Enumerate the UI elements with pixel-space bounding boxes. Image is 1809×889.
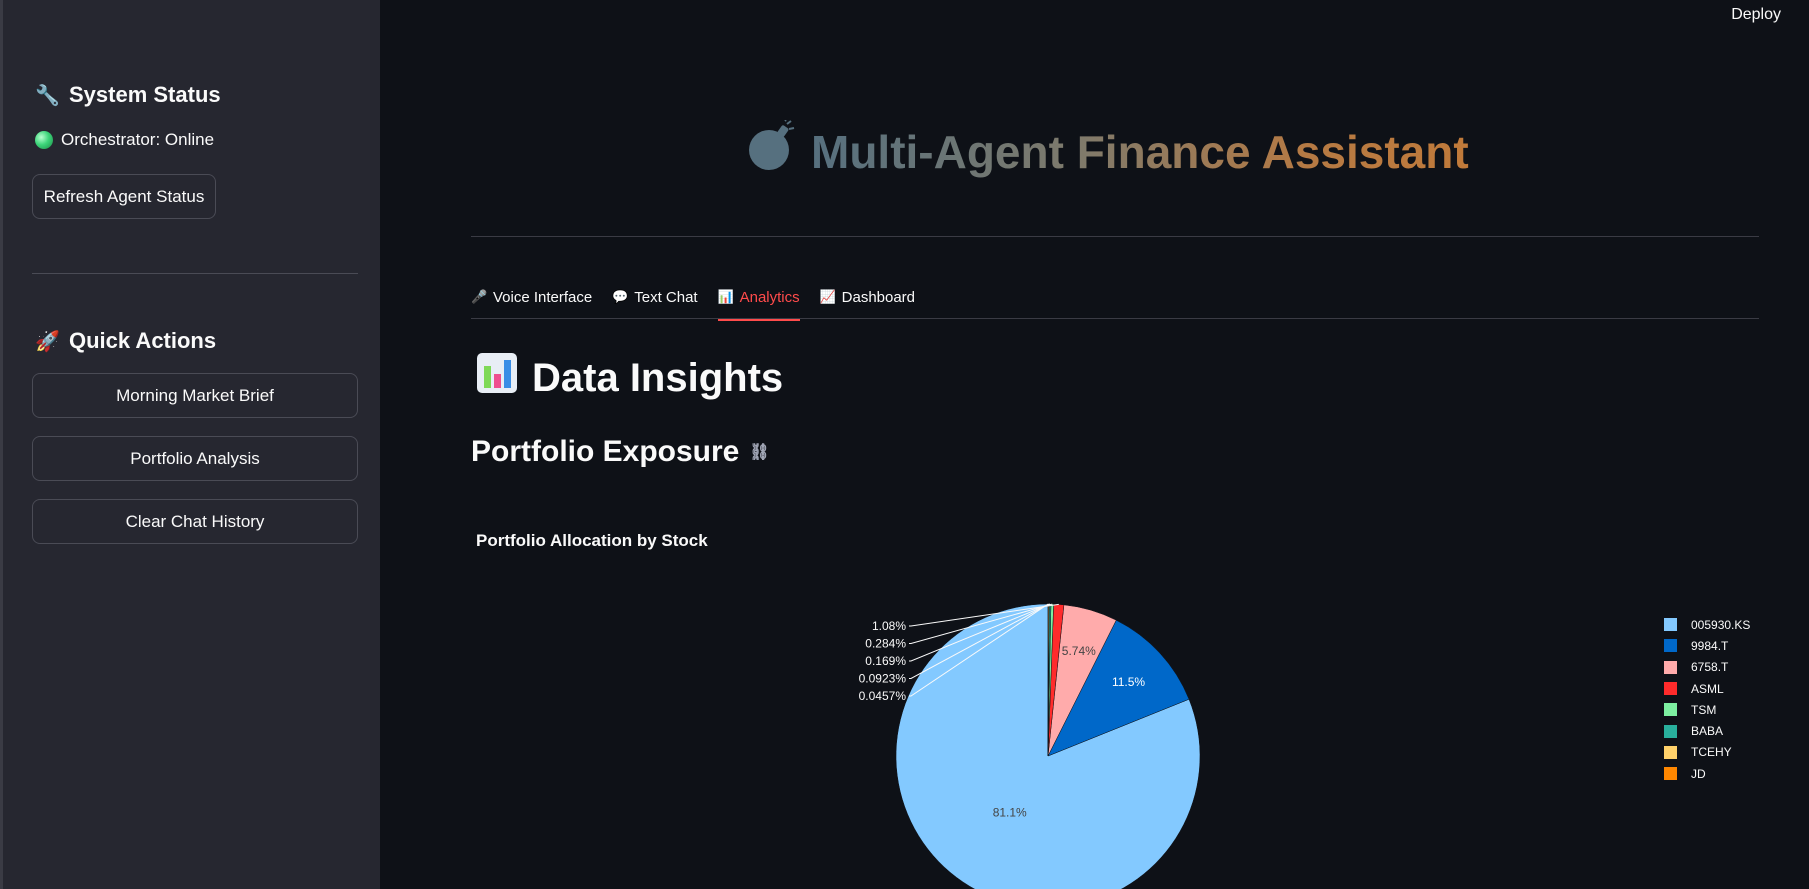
legend-label: 005930.KS (1691, 617, 1751, 632)
sidebar: 🔧 System Status Orchestrator: Online Ref… (0, 0, 380, 889)
legend-label: 9984.T (1691, 638, 1729, 653)
deploy-button[interactable]: Deploy (1731, 6, 1781, 24)
legend-swatch (1664, 639, 1677, 653)
morning-market-brief-button[interactable]: Morning Market Brief (32, 373, 358, 418)
legend-label: ASML (1691, 681, 1724, 696)
chart-title: Portfolio Allocation by Stock (476, 531, 708, 550)
legend-item[interactable]: ASML (1664, 678, 1750, 699)
portfolio-analysis-button[interactable]: Portfolio Analysis (32, 436, 358, 481)
legend-label: BABA (1691, 724, 1724, 739)
page-title-text: Multi-Agent Finance Assistant (811, 125, 1469, 178)
quick-actions-heading: 🚀 Quick Actions (35, 328, 216, 354)
line-chart-icon: 📈 (819, 289, 836, 304)
tab-divider (471, 318, 1759, 319)
section-title: Data Insights (476, 352, 783, 404)
legend-label: TCEHY (1691, 745, 1732, 760)
bar-chart-icon: 📊 (717, 289, 734, 304)
legend-swatch (1664, 767, 1677, 781)
refresh-agent-status-button[interactable]: Refresh Agent Status (32, 174, 216, 219)
legend-swatch (1664, 703, 1677, 717)
pie-label-baba: 0.169% (865, 654, 906, 668)
tab-text-chat[interactable]: 💬 Text Chat (612, 282, 697, 312)
sidebar-divider (32, 273, 358, 274)
section-title-text: Data Insights (532, 355, 784, 400)
orchestrator-status: Orchestrator: Online (35, 130, 214, 150)
pie-label-asml: 1.08% (872, 619, 906, 633)
tab-analytics-label: Analytics (739, 288, 800, 306)
chart-legend: 005930.KS 9984.T 6758.T ASML TSM BABA TCEHY JD (1664, 614, 1750, 784)
pie-label-005930-ks: 81.1% (993, 806, 1027, 820)
subsection-title: Portfolio Exposure ⛓ (471, 435, 770, 469)
pie-label-tcehy: 0.0923% (859, 672, 907, 686)
legend-item[interactable]: TCEHY (1664, 742, 1750, 763)
legend-swatch (1664, 745, 1677, 759)
legend-item[interactable]: JD (1664, 763, 1750, 784)
legend-item[interactable]: 005930.KS (1664, 614, 1750, 635)
pie-label-tsm: 0.284% (865, 637, 906, 651)
bar-chart-icon (476, 352, 518, 404)
legend-item[interactable]: 6758.T (1664, 657, 1750, 678)
legend-swatch (1664, 724, 1677, 738)
pie-label-jd: 0.0457% (859, 689, 907, 703)
tab-analytics[interactable]: 📊 Analytics (717, 282, 800, 321)
tab-dashboard-label: Dashboard (841, 288, 916, 306)
legend-swatch (1664, 660, 1677, 674)
legend-label: 6758.T (1691, 660, 1729, 675)
speech-bubble-icon: 💬 (612, 289, 629, 304)
system-status-heading: 🔧 System Status (35, 82, 221, 108)
title-divider (471, 236, 1759, 237)
anchor-link-icon[interactable]: ⛓ (749, 442, 769, 462)
orchestrator-status-label: Orchestrator: Online (61, 130, 215, 149)
legend-swatch (1664, 682, 1677, 696)
subsection-title-text: Portfolio Exposure (471, 435, 740, 468)
tab-voice-interface[interactable]: 🎤 Voice Interface (471, 282, 592, 312)
page-title: Multi-Agent Finance Assistant (745, 119, 1469, 183)
microphone-icon: 🎤 (471, 289, 488, 304)
status-online-icon (35, 131, 53, 149)
tab-voice-interface-label: Voice Interface (493, 288, 593, 306)
legend-swatch (1664, 618, 1677, 632)
tab-text-chat-label: Text Chat (634, 288, 698, 306)
bomb-icon (745, 119, 797, 183)
legend-label: JD (1691, 766, 1706, 781)
pie-label-9984-t: 11.5% (1112, 675, 1145, 689)
portfolio-pie-chart[interactable]: 81.1% 11.5% 5.74% 1.08% 0.284% 0.169% 0.0923% 0… (471, 570, 1781, 889)
rocket-icon: 🚀 (35, 330, 60, 353)
clear-chat-history-button[interactable]: Clear Chat History (32, 499, 358, 544)
tab-bar: 🎤 Voice Interface 💬 Text Chat 📊 Analytic… (471, 282, 915, 321)
wrench-icon: 🔧 (35, 84, 60, 107)
legend-item[interactable]: 9984.T (1664, 635, 1750, 656)
legend-item[interactable]: BABA (1664, 720, 1750, 741)
tab-dashboard[interactable]: 📈 Dashboard (820, 282, 915, 312)
system-status-heading-label: System Status (69, 82, 221, 107)
legend-label: TSM (1691, 702, 1717, 717)
quick-actions-heading-label: Quick Actions (69, 328, 217, 353)
pie-label-6758-t: 5.74% (1062, 644, 1096, 658)
legend-item[interactable]: TSM (1664, 699, 1750, 720)
